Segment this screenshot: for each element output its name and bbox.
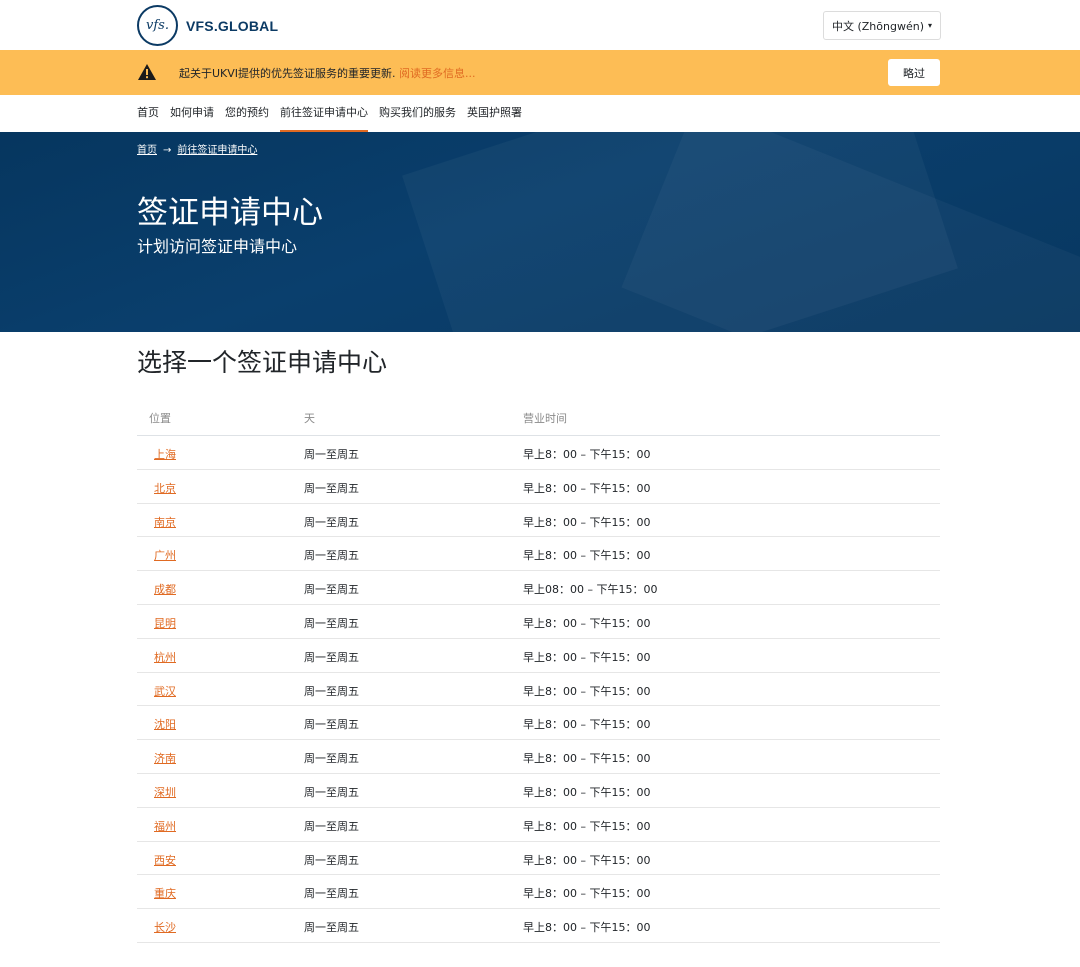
location-link[interactable]: 昆明	[154, 615, 176, 631]
arrow-right-icon: →	[163, 145, 172, 156]
column-header-hours: 营业时间	[523, 412, 567, 425]
location-link[interactable]: 杭州	[154, 649, 176, 665]
location-link[interactable]: 广州	[154, 547, 176, 563]
skip-button[interactable]: 略过	[888, 59, 940, 86]
section-heading: 选择一个签证申请中心	[137, 348, 388, 377]
column-header-location: 位置	[149, 412, 171, 425]
location-link[interactable]: 长沙	[154, 919, 176, 935]
days-cell: 周一至周五	[304, 515, 359, 529]
location-link[interactable]: 深圳	[154, 784, 176, 800]
warning-icon	[138, 64, 156, 80]
table-body: 上海 周一至周五 早上8：00 – 下午15：00 北京 周一至周五 早上8：00 – 下…	[137, 436, 940, 943]
vfs-logo[interactable]: vfs. VFS.GLOBAL	[137, 5, 278, 46]
location-link[interactable]: 济南	[154, 750, 176, 766]
table-row: 长沙 周一至周五 早上8：00 – 下午15：00	[137, 909, 940, 943]
hours-cell: 早上8：00 – 下午15：00	[523, 785, 651, 799]
page-subtitle: 计划访问签证申请中心	[137, 237, 298, 256]
table-row: 沈阳 周一至周五 早上8：00 – 下午15：00	[137, 706, 940, 741]
table-header: 位置 天 营业时间	[137, 402, 940, 436]
hours-cell: 早上8：00 – 下午15：00	[523, 515, 651, 529]
location-link[interactable]: 成都	[154, 581, 176, 597]
hours-cell: 早上08：00 – 下午15：00	[523, 583, 658, 597]
nav-item[interactable]: 前往签证申请中心	[280, 95, 368, 132]
days-cell: 周一至周五	[304, 650, 359, 664]
breadcrumb-current-link[interactable]: 前往签证申请中心	[177, 145, 257, 156]
location-link[interactable]: 上海	[154, 446, 176, 462]
nav-item[interactable]: 购买我们的服务	[379, 95, 456, 132]
hours-cell: 早上8：00 – 下午15：00	[523, 650, 651, 664]
hours-cell: 早上8：00 – 下午15：00	[523, 684, 651, 698]
days-cell: 周一至周五	[304, 819, 359, 833]
breadcrumb-home-link[interactable]: 首页	[137, 145, 157, 156]
nav-item[interactable]: 英国护照署	[467, 95, 522, 132]
table-row: 广州 周一至周五 早上8：00 – 下午15：00	[137, 537, 940, 572]
location-link[interactable]: 北京	[154, 480, 176, 496]
hero-banner: 首页 → 前往签证申请中心 签证申请中心 计划访问签证申请中心	[0, 132, 1080, 332]
days-cell: 周一至周五	[304, 448, 359, 461]
table-row: 济南 周一至周五 早上8：00 – 下午15：00	[137, 740, 940, 774]
days-cell: 周一至周五	[304, 616, 359, 630]
site-header: vfs. VFS.GLOBAL 中文 (Zhōngwén) ▾	[0, 0, 1080, 50]
hours-cell: 早上8：00 – 下午15：00	[523, 887, 651, 901]
logo-text: VFS.GLOBAL	[186, 17, 279, 34]
days-cell: 周一至周五	[304, 887, 359, 901]
hours-cell: 早上8：00 – 下午15：00	[523, 752, 651, 766]
location-link[interactable]: 南京	[154, 514, 176, 530]
table-row: 上海 周一至周五 早上8：00 – 下午15：00	[137, 436, 940, 470]
location-link[interactable]: 沈阳	[154, 716, 176, 732]
language-select[interactable]: 中文 (Zhōngwén) ▾	[823, 11, 941, 40]
language-label: 中文 (Zhōngwén)	[831, 19, 924, 33]
table-row: 南京 周一至周五 早上8：00 – 下午15：00	[137, 504, 940, 538]
nav-item[interactable]: 如何申请	[170, 95, 214, 132]
alert-message: 起关于UKVI提供的优先签证服务的重要更新. 阅读更多信息...	[179, 65, 476, 81]
main-nav: 首页 如何申请 您的预约 前往签证申请中心 购买我们的服务 英国护照署	[137, 95, 533, 132]
days-cell: 周一至周五	[304, 684, 359, 698]
table-row: 西安 周一至周五 早上8：00 – 下午15：00	[137, 842, 940, 876]
hours-cell: 早上8：00 – 下午15：00	[523, 549, 651, 563]
hours-cell: 早上8：00 – 下午15：00	[523, 853, 651, 867]
table-row: 北京 周一至周五 早上8：00 – 下午15：00	[137, 470, 940, 504]
read-more-link[interactable]: 阅读更多信息...	[399, 67, 476, 80]
hours-cell: 早上8：00 – 下午15：00	[523, 718, 651, 732]
location-link[interactable]: 重庆	[154, 885, 176, 901]
days-cell: 周一至周五	[304, 853, 359, 867]
location-link[interactable]: 福州	[154, 818, 176, 834]
table-row: 重庆 周一至周五 早上8：00 – 下午15：00	[137, 875, 940, 910]
table-row: 福州 周一至周五 早上8：00 – 下午15：00	[137, 808, 940, 842]
breadcrumb: 首页 → 前往签证申请中心	[137, 141, 257, 156]
hours-cell: 早上8：00 – 下午15：00	[523, 448, 651, 461]
days-cell: 周一至周五	[304, 752, 359, 766]
nav-item[interactable]: 首页	[137, 95, 159, 132]
nav-item[interactable]: 您的预约	[225, 95, 269, 132]
hours-cell: 早上8：00 – 下午15：00	[523, 819, 651, 833]
days-cell: 周一至周五	[304, 549, 359, 563]
hours-cell: 早上8：00 – 下午15：00	[523, 481, 651, 495]
table-row: 杭州 周一至周五 早上8：00 – 下午15：00	[137, 639, 940, 673]
table-row: 昆明 周一至周五 早上8：00 – 下午15：00	[137, 605, 940, 639]
days-cell: 周一至周五	[304, 921, 359, 935]
column-header-days: 天	[304, 412, 315, 425]
table-row: 深圳 周一至周五 早上8：00 – 下午15：00	[137, 774, 940, 808]
days-cell: 周一至周五	[304, 481, 359, 495]
table-row: 成都 周一至周五 早上08：00 – 下午15：00	[137, 571, 940, 605]
location-link[interactable]: 西安	[154, 852, 176, 868]
hours-cell: 早上8：00 – 下午15：00	[523, 616, 651, 630]
days-cell: 周一至周五	[304, 718, 359, 732]
alert-text: 起关于UKVI提供的优先签证服务的重要更新.	[179, 67, 400, 80]
page-title: 签证申请中心	[137, 195, 323, 231]
table-row: 武汉 周一至周五 早上8：00 – 下午15：00	[137, 673, 940, 707]
vfs-logo-icon: vfs.	[137, 5, 178, 46]
caret-down-icon: ▾	[928, 21, 933, 30]
days-cell: 周一至周五	[304, 583, 359, 597]
location-link[interactable]: 武汉	[154, 683, 176, 699]
days-cell: 周一至周五	[304, 785, 359, 799]
hours-cell: 早上8：00 – 下午15：00	[523, 921, 651, 935]
centres-table: 位置 天 营业时间 上海 周一至周五 早上8：00 – 下午15：00 北京 周一至周五…	[137, 402, 940, 943]
